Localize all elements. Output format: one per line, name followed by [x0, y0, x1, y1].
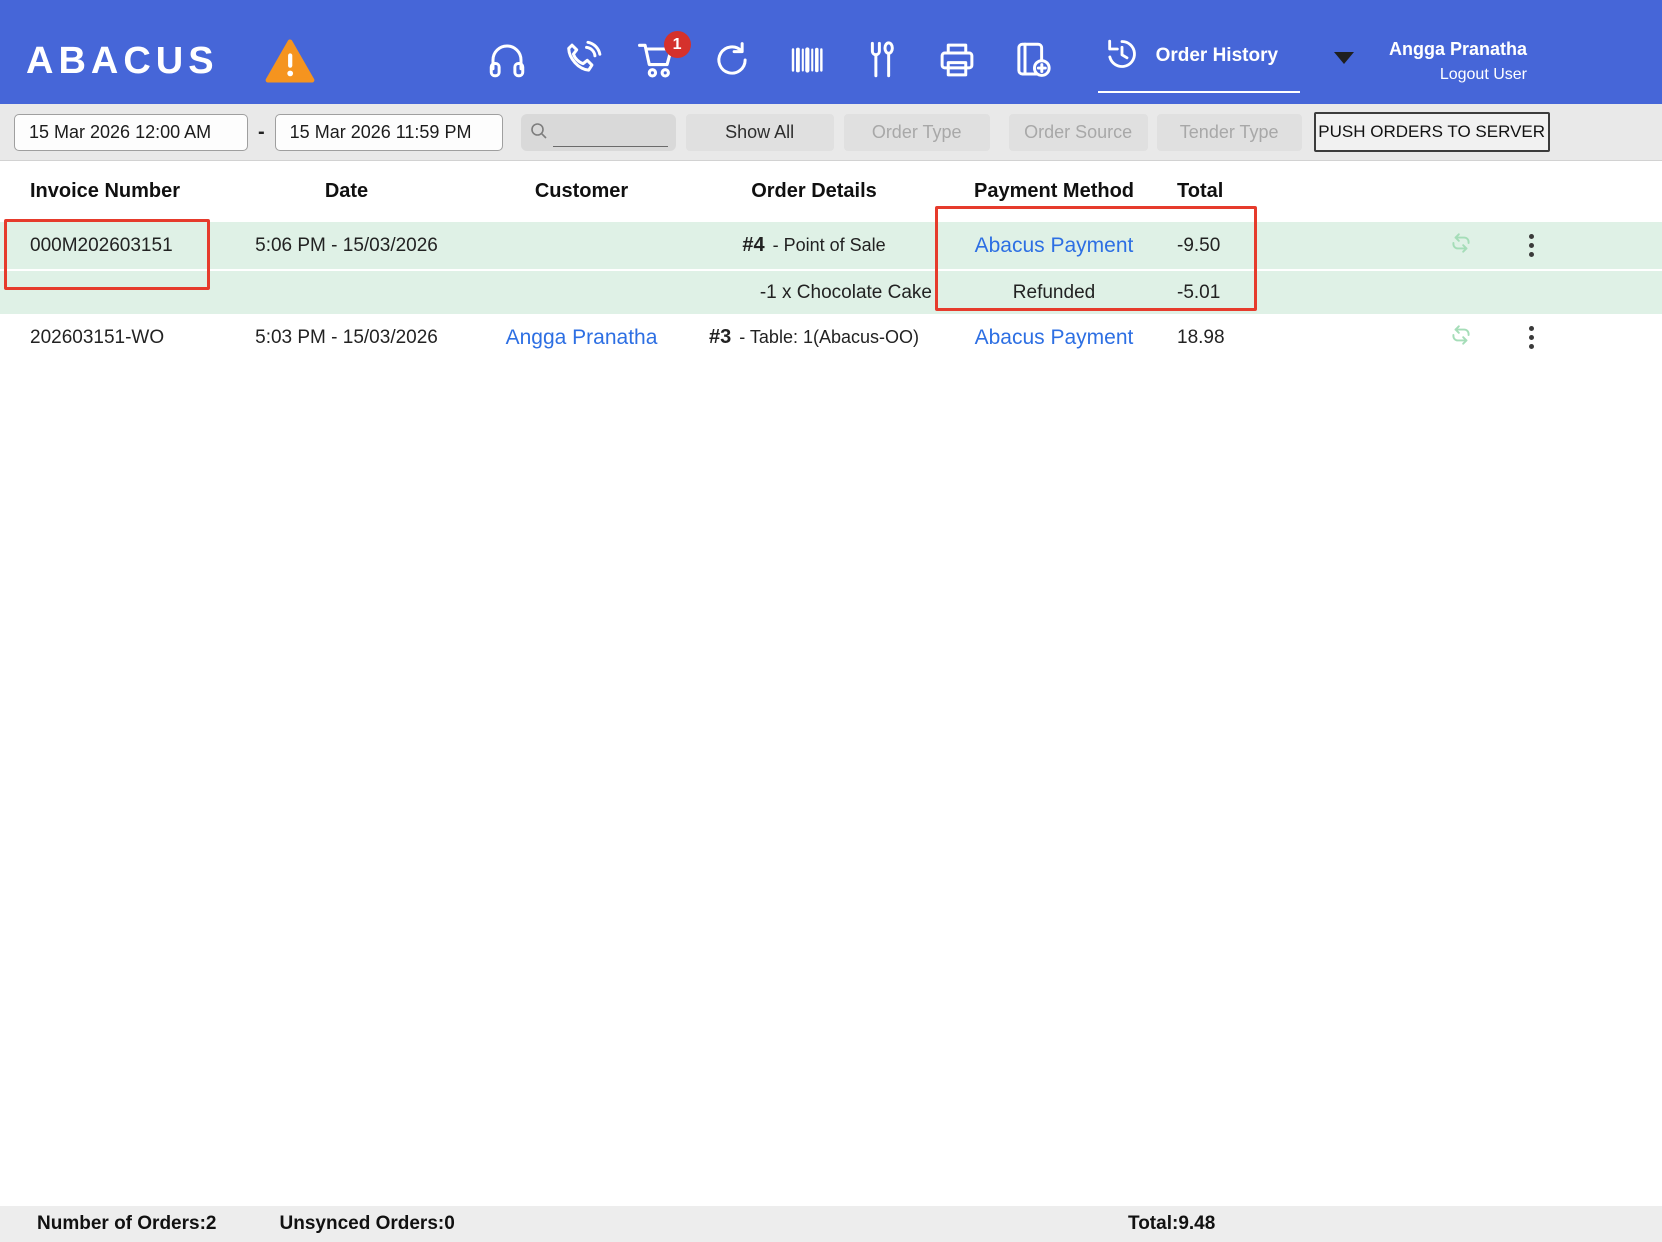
- order-history-screen: ABACUS 1 Order History Angga Pranatha Lo…: [0, 0, 1662, 1242]
- show-all-button[interactable]: Show All: [685, 113, 834, 151]
- order-type-button[interactable]: Order Type: [843, 113, 990, 151]
- cart-badge: 1: [663, 31, 691, 58]
- total-cell: 18.98: [1177, 326, 1225, 348]
- phone-ring-icon: [561, 39, 603, 84]
- user-name: Angga Pranatha: [1388, 38, 1527, 59]
- sync-button[interactable]: [1426, 322, 1496, 353]
- barcode-icon: [786, 39, 828, 84]
- order-row-2[interactable]: 202603151-WO 5:03 PM - 15/03/2026 Angga …: [0, 314, 1662, 361]
- date-range-separator: -: [258, 120, 265, 143]
- search-box: [520, 113, 676, 151]
- support-button[interactable]: [485, 39, 529, 83]
- barcode-button[interactable]: [785, 39, 829, 83]
- user-block: Angga Pranatha Logout User: [1389, 39, 1527, 84]
- col-payment-method: Payment Method: [973, 180, 1135, 202]
- order-row-1-line-item: -1 x Chocolate Cake Refunded -5.01: [0, 269, 1662, 314]
- toolbar-icons: 1: [485, 31, 1054, 83]
- col-total: Total: [1177, 180, 1224, 202]
- payment-status-cell: Refunded: [1012, 281, 1096, 303]
- top-bar: ABACUS 1 Order History Angga Pranatha Lo…: [0, 0, 1662, 104]
- invoice-cell: 000M202603151: [30, 234, 173, 256]
- order-history-dropdown[interactable]: Order History: [1097, 30, 1355, 93]
- sync-button[interactable]: [1426, 230, 1496, 261]
- order-description: - Point of Sale: [772, 235, 886, 255]
- date-to-input[interactable]: [274, 113, 503, 151]
- payment-method-cell[interactable]: Abacus Payment: [940, 234, 1168, 258]
- order-number: #4: [742, 234, 765, 256]
- sync-icon: [1448, 322, 1474, 353]
- filter-bar: - Show All Order Type Order Source Tende…: [0, 104, 1662, 161]
- chevron-down-icon: [1334, 52, 1355, 64]
- order-row-1[interactable]: 000M202603151 5:06 PM - 15/03/2026 #4 - P…: [0, 222, 1662, 269]
- order-details-cell: #3 - Table: 1(Abacus-OO): [688, 326, 940, 349]
- refresh-icon: [711, 39, 753, 84]
- unsynced-count: Unsynced Orders:0: [279, 1213, 455, 1234]
- push-orders-button[interactable]: PUSH ORDERS TO SERVER: [1313, 112, 1550, 152]
- invoice-cell: 202603151-WO: [30, 326, 165, 348]
- date-from-input[interactable]: [14, 113, 248, 151]
- order-history-label: Order History: [1155, 45, 1279, 66]
- col-invoice-number: Invoice Number: [30, 180, 181, 202]
- customer-cell[interactable]: Angga Pranatha: [475, 326, 688, 350]
- table-header-row: Invoice Number Date Customer Order Detai…: [0, 161, 1662, 222]
- kitchen-button[interactable]: [860, 39, 904, 83]
- cutlery-icon: [861, 39, 903, 84]
- line-item-cell: -1 x Chocolate Cake: [759, 281, 932, 303]
- order-number: #3: [709, 326, 732, 348]
- order-details-cell: #4 - Point of Sale: [688, 234, 940, 257]
- print-button[interactable]: [935, 39, 979, 83]
- ledger-add-icon: [1011, 39, 1053, 84]
- printer-icon: [936, 39, 978, 84]
- tender-type-button[interactable]: Tender Type: [1156, 113, 1302, 151]
- ledger-button[interactable]: [1010, 39, 1054, 83]
- abacus-logo: ABACUS: [26, 39, 219, 82]
- line-amount-cell: -5.01: [1177, 281, 1221, 303]
- sync-icon: [1448, 230, 1474, 261]
- row-menu-button[interactable]: [1525, 322, 1538, 353]
- cart-button[interactable]: 1: [635, 31, 691, 83]
- headset-icon: [486, 39, 528, 84]
- total-cell: -9.50: [1177, 234, 1221, 256]
- search-input[interactable]: [552, 120, 668, 147]
- search-icon: [529, 120, 549, 147]
- date-cell: 5:06 PM - 15/03/2026: [255, 234, 438, 256]
- orders-table: Invoice Number Date Customer Order Detai…: [0, 161, 1662, 1206]
- status-bar: Number of Orders:2 Unsynced Orders:0 Tot…: [0, 1206, 1662, 1242]
- order-source-button[interactable]: Order Source: [1008, 113, 1148, 151]
- history-icon: [1102, 34, 1142, 79]
- col-date: Date: [324, 180, 369, 202]
- refresh-button[interactable]: [710, 39, 754, 83]
- col-customer: Customer: [534, 180, 629, 202]
- logout-button[interactable]: Logout User: [1389, 66, 1527, 84]
- order-description: - Table: 1(Abacus-OO): [739, 327, 919, 347]
- row-menu-button[interactable]: [1525, 230, 1538, 261]
- orders-count: Number of Orders:2: [37, 1213, 217, 1234]
- payment-method-cell[interactable]: Abacus Payment: [940, 326, 1168, 350]
- warning-icon[interactable]: [265, 39, 315, 83]
- date-cell: 5:03 PM - 15/03/2026: [255, 326, 438, 348]
- call-button[interactable]: [560, 39, 604, 83]
- total-summary: Total:9.48: [1128, 1213, 1216, 1234]
- col-order-details: Order Details: [751, 180, 877, 202]
